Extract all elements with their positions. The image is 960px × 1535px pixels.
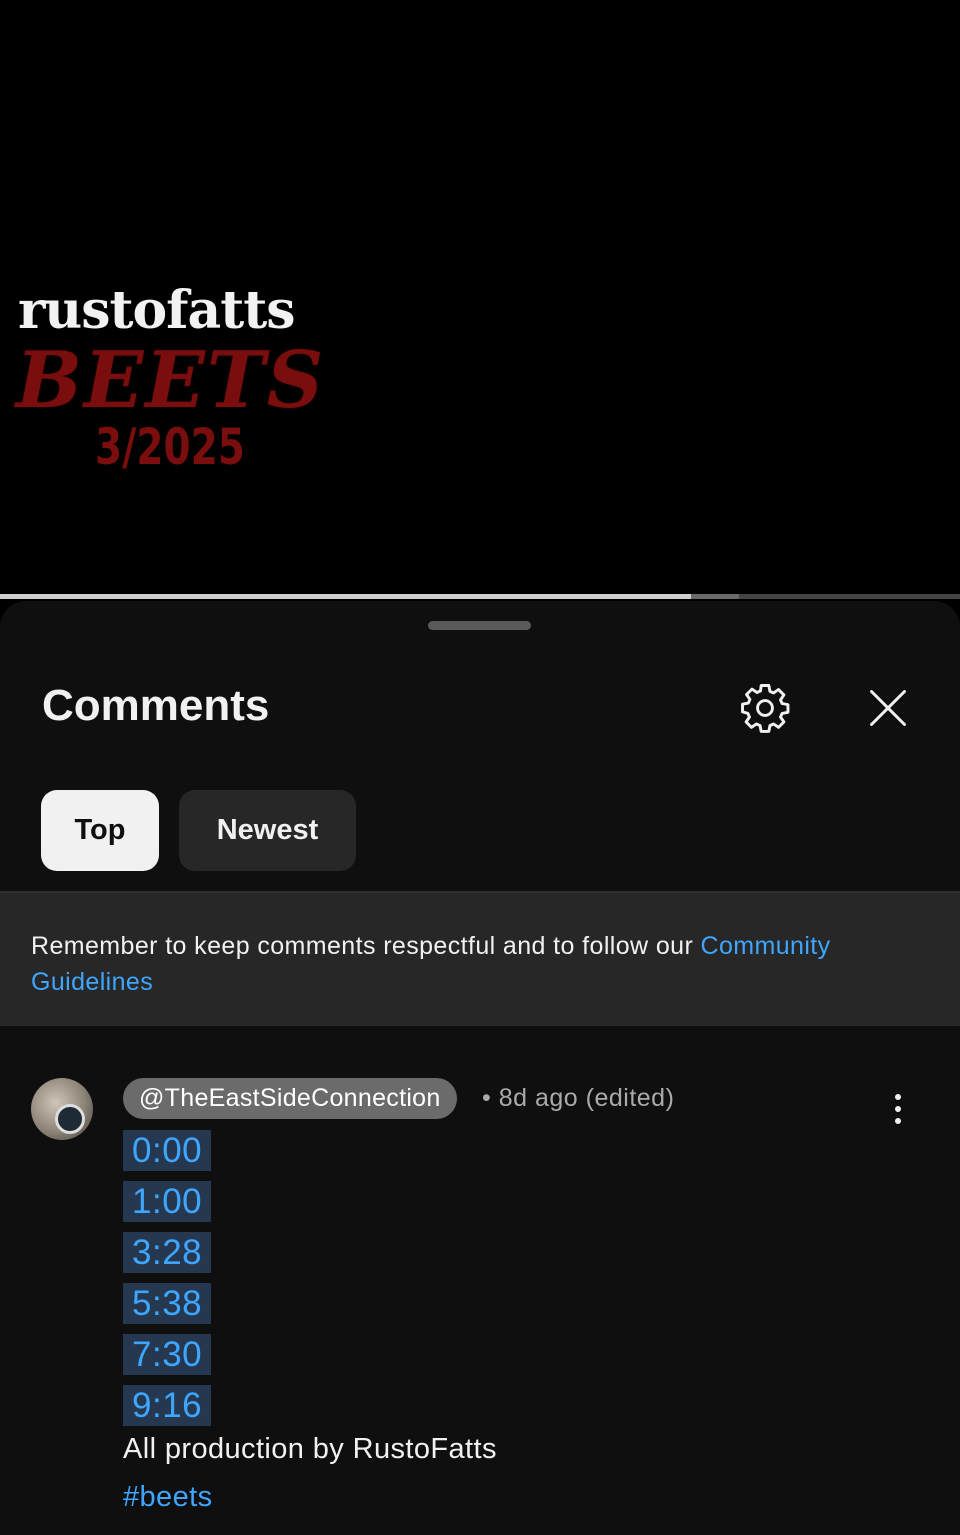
filter-chip-top[interactable]: Top bbox=[41, 790, 159, 871]
avatar[interactable] bbox=[31, 1078, 93, 1140]
timestamp-link[interactable]: 9:16 bbox=[123, 1385, 212, 1426]
more-options-button[interactable] bbox=[880, 1089, 916, 1129]
close-icon bbox=[870, 690, 906, 726]
video-overlay-title: rustofatts bbox=[18, 280, 296, 341]
avatar-image bbox=[55, 1104, 85, 1134]
timestamp-link[interactable]: 3:28 bbox=[123, 1232, 212, 1273]
gear-icon bbox=[741, 684, 790, 733]
comments-sheet: Comments Top Newest Remember to keep com… bbox=[0, 601, 960, 1535]
comment-age: 8d ago (edited) bbox=[498, 1084, 675, 1112]
more-vert-icon bbox=[895, 1094, 901, 1124]
notice-text: Remember to keep comments respectful and… bbox=[31, 928, 931, 1000]
video-progress-bar[interactable] bbox=[0, 594, 960, 599]
video-player[interactable]: rustofatts BEETS 3/2025 bbox=[0, 0, 960, 599]
comment-author[interactable]: @TheEastSideConnection bbox=[123, 1078, 457, 1119]
hashtag-link[interactable]: #beets bbox=[123, 1481, 212, 1514]
community-notice: Remember to keep comments respectful and… bbox=[0, 893, 960, 1026]
notice-message: Remember to keep comments respectful and… bbox=[31, 932, 701, 960]
timestamp-list: 0:00 1:00 3:28 5:38 7:30 9:16 bbox=[123, 1130, 212, 1436]
close-button[interactable] bbox=[858, 678, 918, 738]
video-overlay-beets: BEETS bbox=[16, 335, 326, 426]
timestamp-link[interactable]: 5:38 bbox=[123, 1283, 212, 1324]
comment-body: All production by RustoFatts bbox=[123, 1433, 497, 1465]
video-overlay-date: 3/2025 bbox=[95, 418, 245, 476]
timestamp-link[interactable]: 1:00 bbox=[123, 1181, 212, 1222]
timestamp-link[interactable]: 0:00 bbox=[123, 1130, 212, 1171]
filter-chip-newest[interactable]: Newest bbox=[179, 790, 356, 871]
meta-separator: • bbox=[482, 1084, 492, 1112]
timestamp-link[interactable]: 7:30 bbox=[123, 1334, 212, 1375]
page-title: Comments bbox=[42, 681, 270, 730]
drag-handle[interactable] bbox=[428, 621, 531, 630]
video-progress-played bbox=[0, 594, 692, 599]
comment-meta: • 8d ago (edited) bbox=[482, 1084, 674, 1113]
settings-button[interactable] bbox=[735, 678, 795, 738]
